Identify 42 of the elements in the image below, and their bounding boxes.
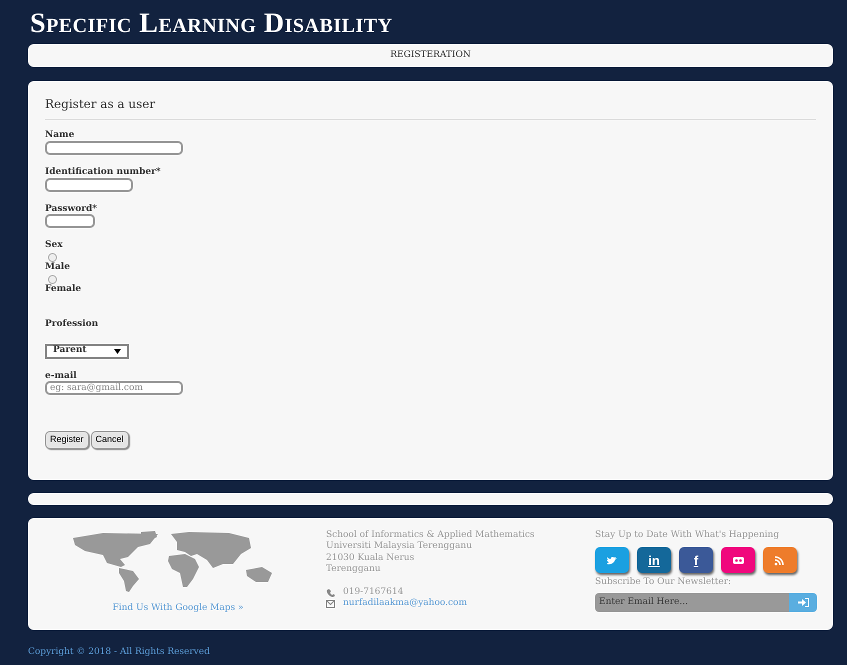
dots-icon xyxy=(732,554,744,566)
twitter-button[interactable] xyxy=(595,547,629,574)
field-label: Sex xyxy=(45,240,64,252)
field-label: Password* xyxy=(45,204,98,214)
site-title: Specific Learning Disability xyxy=(29,7,394,41)
field-label: e-mail xyxy=(45,370,78,382)
form-button[interactable]: Register xyxy=(45,431,89,449)
phone-number: 019-7167614 xyxy=(343,587,404,598)
address-line: Terengganu xyxy=(326,564,382,575)
dropdown[interactable]: Parent xyxy=(45,344,129,359)
form-button[interactable]: Cancel xyxy=(90,431,129,449)
caret-icon xyxy=(114,348,121,354)
radio-button[interactable] xyxy=(48,253,57,262)
radio-label: Male xyxy=(45,262,71,273)
field-label: Identification number* xyxy=(45,166,162,178)
sign-in-icon xyxy=(798,598,808,606)
facebook-button[interactable]: f xyxy=(679,547,713,574)
phone-icon xyxy=(326,588,335,597)
social-heading: Stay Up to Date With What's Happening xyxy=(595,530,780,542)
input-field[interactable]: eg: sara@gmail.com xyxy=(45,381,183,396)
address-line: School of Informatics & Applied Mathematics xyxy=(326,530,536,541)
mail-icon xyxy=(326,600,335,608)
radio-button[interactable] xyxy=(48,274,57,284)
newsletter-heading: Subscribe To Our Newsletter: xyxy=(595,577,732,588)
input-field[interactable] xyxy=(45,140,183,155)
input-field[interactable] xyxy=(45,214,95,228)
form-heading: Register as a user xyxy=(45,95,816,120)
field-label: Profession xyxy=(45,318,100,330)
rss-button[interactable] xyxy=(763,547,797,574)
address-line: Universiti Malaysia Terengganu xyxy=(326,541,473,552)
flickr-button[interactable] xyxy=(721,547,755,574)
rss-icon xyxy=(774,554,786,566)
address-line: 21030 Kuala Nerus xyxy=(326,552,416,564)
newsletter-email-field[interactable]: Enter Email Here... xyxy=(595,592,789,612)
linkedin-button[interactable]: in xyxy=(637,547,671,574)
input-field[interactable] xyxy=(45,178,133,192)
copyright-text: Copyright © 2018 - All Rights Reserved xyxy=(28,646,211,659)
bird-icon xyxy=(606,554,618,566)
subscribe-button[interactable] xyxy=(789,592,817,612)
field-label: Name xyxy=(45,130,76,141)
nav-link[interactable]: REGISTERATION xyxy=(390,48,471,62)
radio-label: Female xyxy=(45,284,82,295)
